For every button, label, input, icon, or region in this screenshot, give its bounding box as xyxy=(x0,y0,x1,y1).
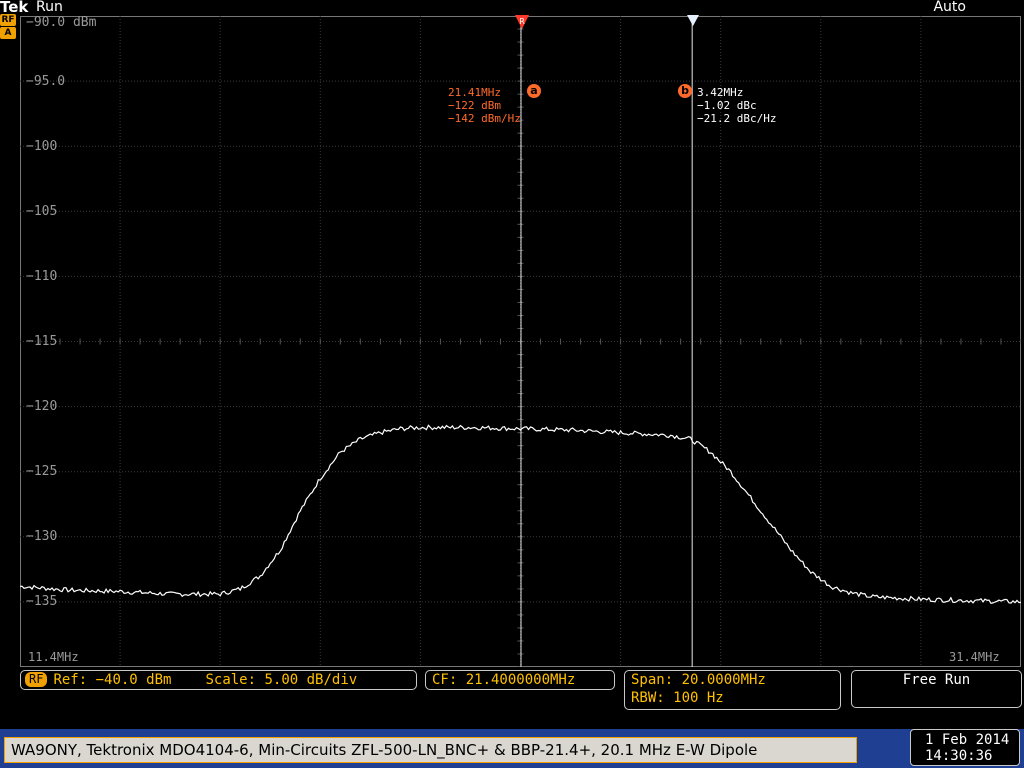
reference-marker-label: R xyxy=(519,17,525,26)
free-run-label: Free Run xyxy=(902,672,971,688)
y-axis-label: −120 xyxy=(26,399,58,414)
cursor-b-density: −21.2 dBc/Hz xyxy=(697,112,777,125)
y-axis-label: −105 xyxy=(26,204,58,219)
reference-level: Ref: −40.0 dBm xyxy=(53,672,172,688)
screen-caption[interactable]: WA9ONY, Tektronix MDO4104-6, Min-Circuit… xyxy=(4,737,857,763)
y-axis-label: −110 xyxy=(26,269,58,284)
trace-a-badge[interactable]: A xyxy=(0,27,16,39)
rf-badge[interactable]: RF xyxy=(0,14,16,26)
cursor-a-level: −122 dBm xyxy=(448,99,501,112)
date-time-display[interactable]: 1 Feb 2014 14:30:36 xyxy=(910,729,1020,766)
time-display: 14:30:36 xyxy=(925,748,993,764)
cursor-a-icon[interactable]: a xyxy=(527,84,541,98)
cursor-a-readout: 21.41MHz −122 dBm −142 dBm/Hz xyxy=(448,86,521,125)
top-status-bar: Tek Run Auto xyxy=(0,0,1024,16)
ref-scale-box[interactable]: RF Ref: −40.0 dBm Scale: 5.00 dB/div xyxy=(20,670,417,690)
start-frequency-label: 11.4MHz xyxy=(28,650,79,664)
cursor-b-marker-icon[interactable] xyxy=(687,15,699,27)
y-axis-label: −135 xyxy=(26,594,58,609)
y-axis-label: −100 xyxy=(26,139,58,154)
run-state[interactable]: Run xyxy=(36,0,63,15)
rf-chip: RF xyxy=(25,672,48,687)
vertical-scale: Scale: 5.00 dB/div xyxy=(205,672,358,688)
cursor-b-level: −1.02 dBc xyxy=(697,99,757,112)
cursor-a-frequency: 21.41MHz xyxy=(448,86,501,99)
span-value: Span: 20.0000MHz xyxy=(631,672,766,688)
y-axis-top-label: −90.0 dBm xyxy=(26,15,97,30)
y-axis-label: −115 xyxy=(26,334,58,349)
cursor-b-readout: 3.42MHz −1.02 dBc −21.2 dBc/Hz xyxy=(697,86,776,125)
y-axis-label: −130 xyxy=(26,529,58,544)
cursor-a-density: −142 dBm/Hz xyxy=(448,112,521,125)
y-axis-label: −95.0 xyxy=(26,74,66,89)
cursor-b-icon[interactable]: b xyxy=(678,84,692,98)
stop-frequency-label: 31.4MHz xyxy=(949,650,1000,664)
channel-badges: RF A xyxy=(0,14,18,40)
trigger-mode[interactable]: Auto xyxy=(933,0,966,15)
trigger-mode-box[interactable]: Free Run xyxy=(851,670,1022,708)
center-frequency: CF: 21.4000000MHz xyxy=(432,672,576,688)
rbw-value: RBW: 100 Hz xyxy=(631,690,724,706)
cursor-b-frequency: 3.42MHz xyxy=(697,86,744,99)
date-display: 1 Feb 2014 xyxy=(925,732,1010,748)
center-frequency-box[interactable]: CF: 21.4000000MHz xyxy=(425,670,615,690)
span-rbw-box[interactable]: Span: 20.0000MHz RBW: 100 Hz xyxy=(624,670,841,710)
reference-marker-icon[interactable]: R xyxy=(515,15,529,29)
y-axis-label: −125 xyxy=(26,464,58,479)
